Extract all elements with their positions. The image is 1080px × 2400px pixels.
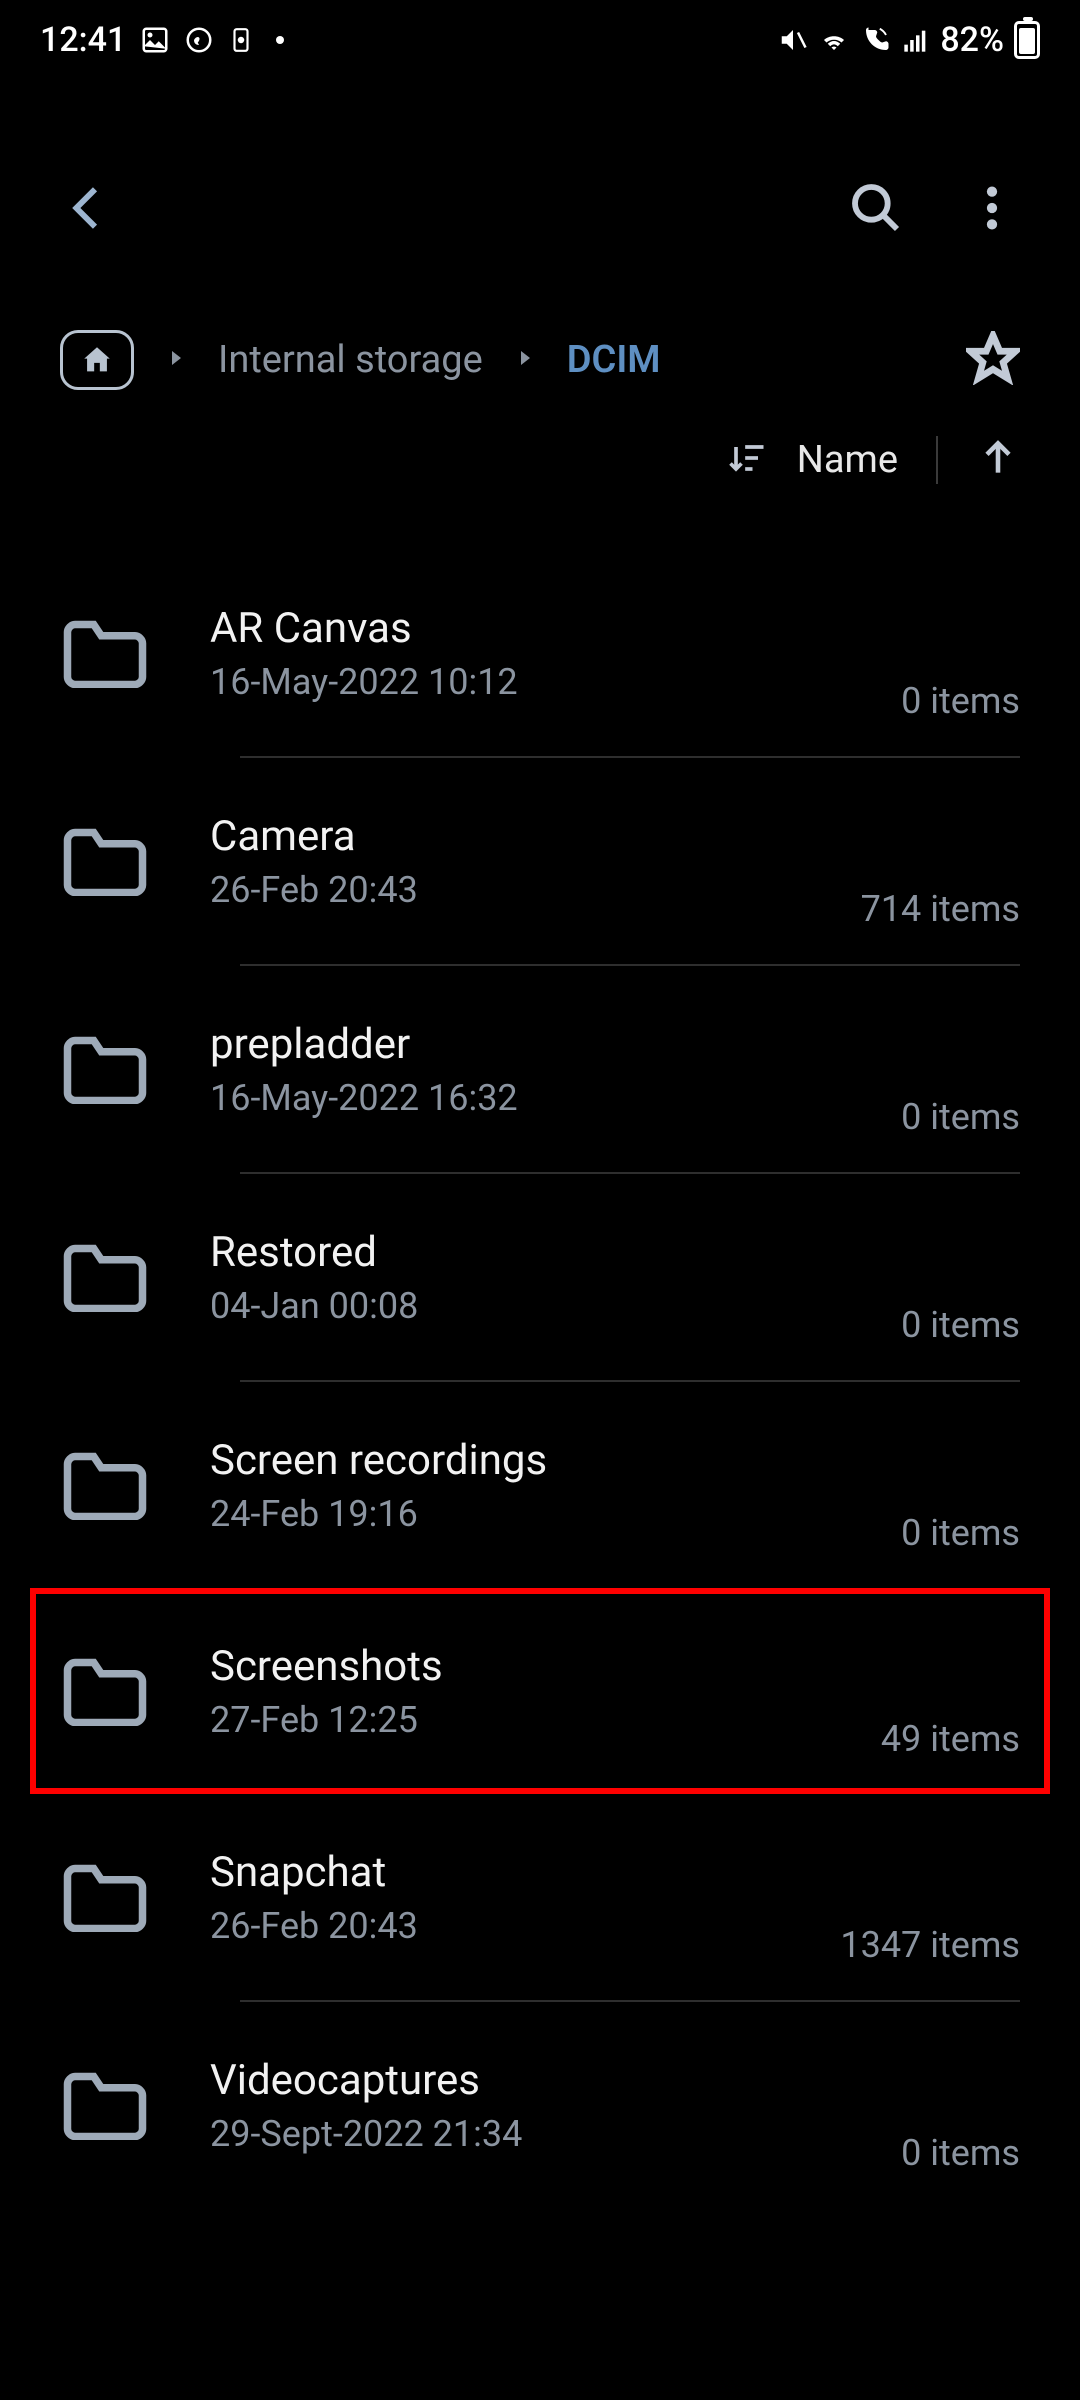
status-bar: 12:41 82% [0,0,1080,80]
folder-count: 0 items [901,680,1020,722]
signal-icon [902,26,930,54]
folder-count: 0 items [901,2132,1020,2174]
folder-name: Screen recordings [210,1436,901,1485]
folder-count: 0 items [901,1304,1020,1346]
breadcrumb: Internal storage DCIM [0,310,1080,410]
folder-info: Screenshots 27-Feb 12:25 [210,1642,881,1741]
home-crumb[interactable] [60,330,134,390]
gallery-icon [140,25,170,55]
folder-icon [60,1861,150,1933]
folder-count: 714 items [861,888,1020,930]
folder-icon [60,825,150,897]
folder-info: Videocaptures 29-Sept-2022 21:34 [210,2056,901,2155]
folder-info: AR Canvas 16-May-2022 10:12 [210,604,901,703]
wifi-icon [818,25,850,55]
folder-icon [60,1655,150,1727]
more-button[interactable] [964,180,1020,240]
folder-date: 26-Feb 20:43 [210,1905,840,1947]
folder-name: AR Canvas [210,604,901,653]
chevron-right-icon [513,346,537,374]
folder-date: 24-Feb 19:16 [210,1493,901,1535]
folder-row[interactable]: Camera 26-Feb 20:43714 items [0,758,1080,964]
dot-icon [276,36,284,44]
sort-label[interactable]: Name [797,438,898,482]
folder-count: 49 items [881,1718,1020,1760]
search-button[interactable] [848,180,904,240]
folder-name: prepladder [210,1020,901,1069]
folder-row[interactable]: Snapchat 26-Feb 20:431347 items [0,1794,1080,2000]
folder-row[interactable]: AR Canvas 16-May-2022 10:120 items [0,550,1080,756]
folder-row[interactable]: Screenshots 27-Feb 12:2549 items [30,1588,1050,1794]
status-battery-text: 82% [940,20,1004,60]
folder-date: 16-May-2022 10:12 [210,661,901,703]
folder-date: 16-May-2022 16:32 [210,1077,901,1119]
breadcrumb-level1[interactable]: Internal storage [218,338,483,382]
folder-date: 26-Feb 20:43 [210,869,861,911]
back-button[interactable] [60,180,116,240]
home-icon [80,343,114,377]
storage-icon [228,25,254,55]
folder-icon [60,1241,150,1313]
whatsapp-icon [184,25,214,55]
sort-direction-button[interactable] [976,436,1020,484]
folder-count: 0 items [901,1096,1020,1138]
status-time: 12:41 [40,20,126,60]
folder-row[interactable]: Restored 04-Jan 00:080 items [0,1174,1080,1380]
sort-icon[interactable] [725,436,769,484]
folder-row[interactable]: Videocaptures 29-Sept-2022 21:340 items [0,2002,1080,2208]
app-bar [0,140,1080,280]
folder-icon [60,1449,150,1521]
folder-icon [60,2069,150,2141]
folder-name: Snapchat [210,1848,840,1897]
status-left: 12:41 [40,20,284,60]
folder-info: Snapchat 26-Feb 20:43 [210,1848,840,1947]
chevron-right-icon [164,346,188,374]
battery-icon [1014,21,1040,59]
folder-icon [60,1033,150,1105]
folder-name: Screenshots [210,1642,881,1691]
folder-date: 29-Sept-2022 21:34 [210,2113,901,2155]
sort-divider [936,436,938,484]
folder-row[interactable]: Screen recordings 24-Feb 19:160 items [0,1382,1080,1588]
folder-info: Screen recordings 24-Feb 19:16 [210,1436,901,1535]
folder-info: prepladder 16-May-2022 16:32 [210,1020,901,1119]
mute-icon [778,25,808,55]
folder-count: 1347 items [840,1924,1020,1966]
wifi-call-icon [860,25,892,55]
favorite-button[interactable] [966,331,1020,389]
status-right: 82% [778,20,1040,60]
folder-name: Restored [210,1228,901,1277]
folder-name: Camera [210,812,861,861]
folder-info: Restored 04-Jan 00:08 [210,1228,901,1327]
folder-name: Videocaptures [210,2056,901,2105]
folder-count: 0 items [901,1512,1020,1554]
folder-list: AR Canvas16-May-2022 10:120 itemsCamera2… [0,550,1080,2208]
folder-icon [60,617,150,689]
folder-row[interactable]: prepladder 16-May-2022 16:320 items [0,966,1080,1172]
sort-row: Name [0,410,1080,510]
folder-info: Camera 26-Feb 20:43 [210,812,861,911]
folder-date: 04-Jan 00:08 [210,1285,901,1327]
breadcrumb-current[interactable]: DCIM [567,338,661,382]
folder-date: 27-Feb 12:25 [210,1699,881,1741]
